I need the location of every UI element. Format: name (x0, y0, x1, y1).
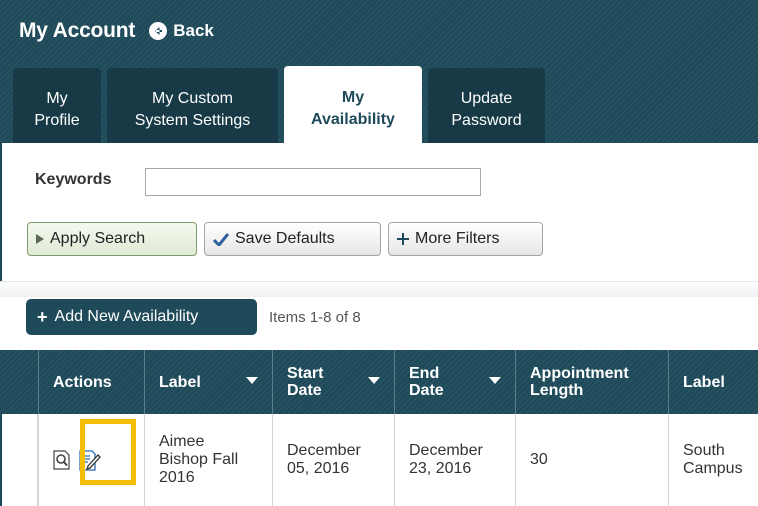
panel-left-edge (0, 143, 2, 297)
edit-icon[interactable] (79, 449, 101, 471)
title-row: My Account Back (19, 19, 214, 43)
cell-text: 2016 (159, 469, 195, 486)
tab-my-custom-system-settings[interactable]: My Custom System Settings (107, 68, 278, 143)
tab-label-line2: System Settings (134, 111, 251, 129)
apply-search-button[interactable]: Apply Search (27, 222, 197, 256)
play-icon (36, 234, 44, 244)
more-filters-button[interactable]: More Filters (388, 222, 543, 256)
checkmark-icon (213, 232, 229, 246)
account-header: My Account Back My Profile My Custom Syste… (0, 0, 758, 143)
header-line1: Start (287, 365, 324, 382)
tab-label-line1: My Custom (152, 89, 233, 107)
tab-update-password[interactable]: Update Password (428, 68, 545, 143)
cell-text: South (683, 442, 725, 459)
back-button[interactable]: Back (149, 21, 214, 41)
row-appointment-length-cell: 30 (515, 414, 668, 506)
row-end-date-cell: December 23, 2016 (394, 414, 515, 506)
add-new-availability-button[interactable]: + Add New Availability (26, 299, 257, 335)
column-header-end-date[interactable]: End Date (394, 350, 515, 414)
sort-arrow-icon (246, 377, 258, 384)
header-line2: Date (409, 382, 444, 399)
row-start-date-cell: December 05, 2016 (272, 414, 394, 506)
row-location-label-cell: South Campus (668, 414, 758, 506)
column-header-label-sortable[interactable]: Label (144, 350, 272, 414)
items-count: Items 1-8 of 8 (269, 309, 361, 326)
tab-my-availability[interactable]: My Availability (284, 66, 422, 143)
tab-label-line2: Availability (311, 110, 395, 128)
column-header-actions: Actions (38, 350, 144, 414)
column-header-label: Actions (53, 373, 112, 391)
column-header-label: Label (159, 373, 201, 391)
apply-search-label: Apply Search (50, 230, 146, 247)
sort-arrow-icon (489, 377, 501, 384)
plus-icon (397, 233, 409, 245)
tab-label-line2: Profile (34, 111, 80, 129)
column-header-start-date[interactable]: Start Date (272, 350, 394, 414)
cell-text: 05, 2016 (287, 460, 350, 477)
column-header-location-label: Label (668, 350, 758, 414)
section-divider (0, 281, 758, 297)
sort-arrow-icon (368, 377, 380, 384)
header-line2: Length (530, 382, 584, 399)
cell-text: 30 (530, 451, 548, 468)
save-defaults-label: Save Defaults (235, 230, 335, 247)
cell-text: 23, 2016 (409, 460, 472, 477)
row-left-gutter (0, 414, 38, 506)
back-arrow-icon (149, 22, 168, 40)
tab-label-line1: My (46, 89, 68, 107)
column-header-label: Label (683, 373, 725, 391)
tab-label-line2: Password (451, 111, 522, 129)
cell-text: December (287, 442, 361, 459)
plus-icon: + (37, 306, 48, 327)
header-line2: Date (287, 382, 322, 399)
row-label-cell: Aimee Bishop Fall 2016 (144, 414, 272, 506)
cell-text: Bishop Fall (159, 451, 239, 468)
more-filters-label: More Filters (415, 230, 500, 247)
back-label: Back (173, 21, 214, 40)
keywords-label: Keywords (35, 171, 112, 188)
tab-label-line1: Update (460, 89, 513, 107)
row-actions-cell (38, 414, 144, 506)
cell-text: Campus (683, 460, 743, 477)
column-header-appointment-length: Appointment Length (515, 350, 668, 414)
tab-my-profile[interactable]: My Profile (13, 68, 101, 143)
save-defaults-button[interactable]: Save Defaults (204, 222, 381, 256)
add-new-availability-label: Add New Availability (54, 308, 199, 325)
cell-text: Aimee (159, 433, 205, 450)
view-icon[interactable] (53, 450, 71, 470)
table-header: Actions Label Start Date End Date Appointm… (0, 350, 758, 414)
header-line1: Appointment (530, 365, 629, 382)
page-title: My Account (19, 19, 136, 42)
cell-text: December (409, 442, 483, 459)
header-line1: End (409, 365, 440, 382)
keywords-input[interactable] (145, 168, 481, 196)
tab-label-line1: My (341, 88, 365, 106)
